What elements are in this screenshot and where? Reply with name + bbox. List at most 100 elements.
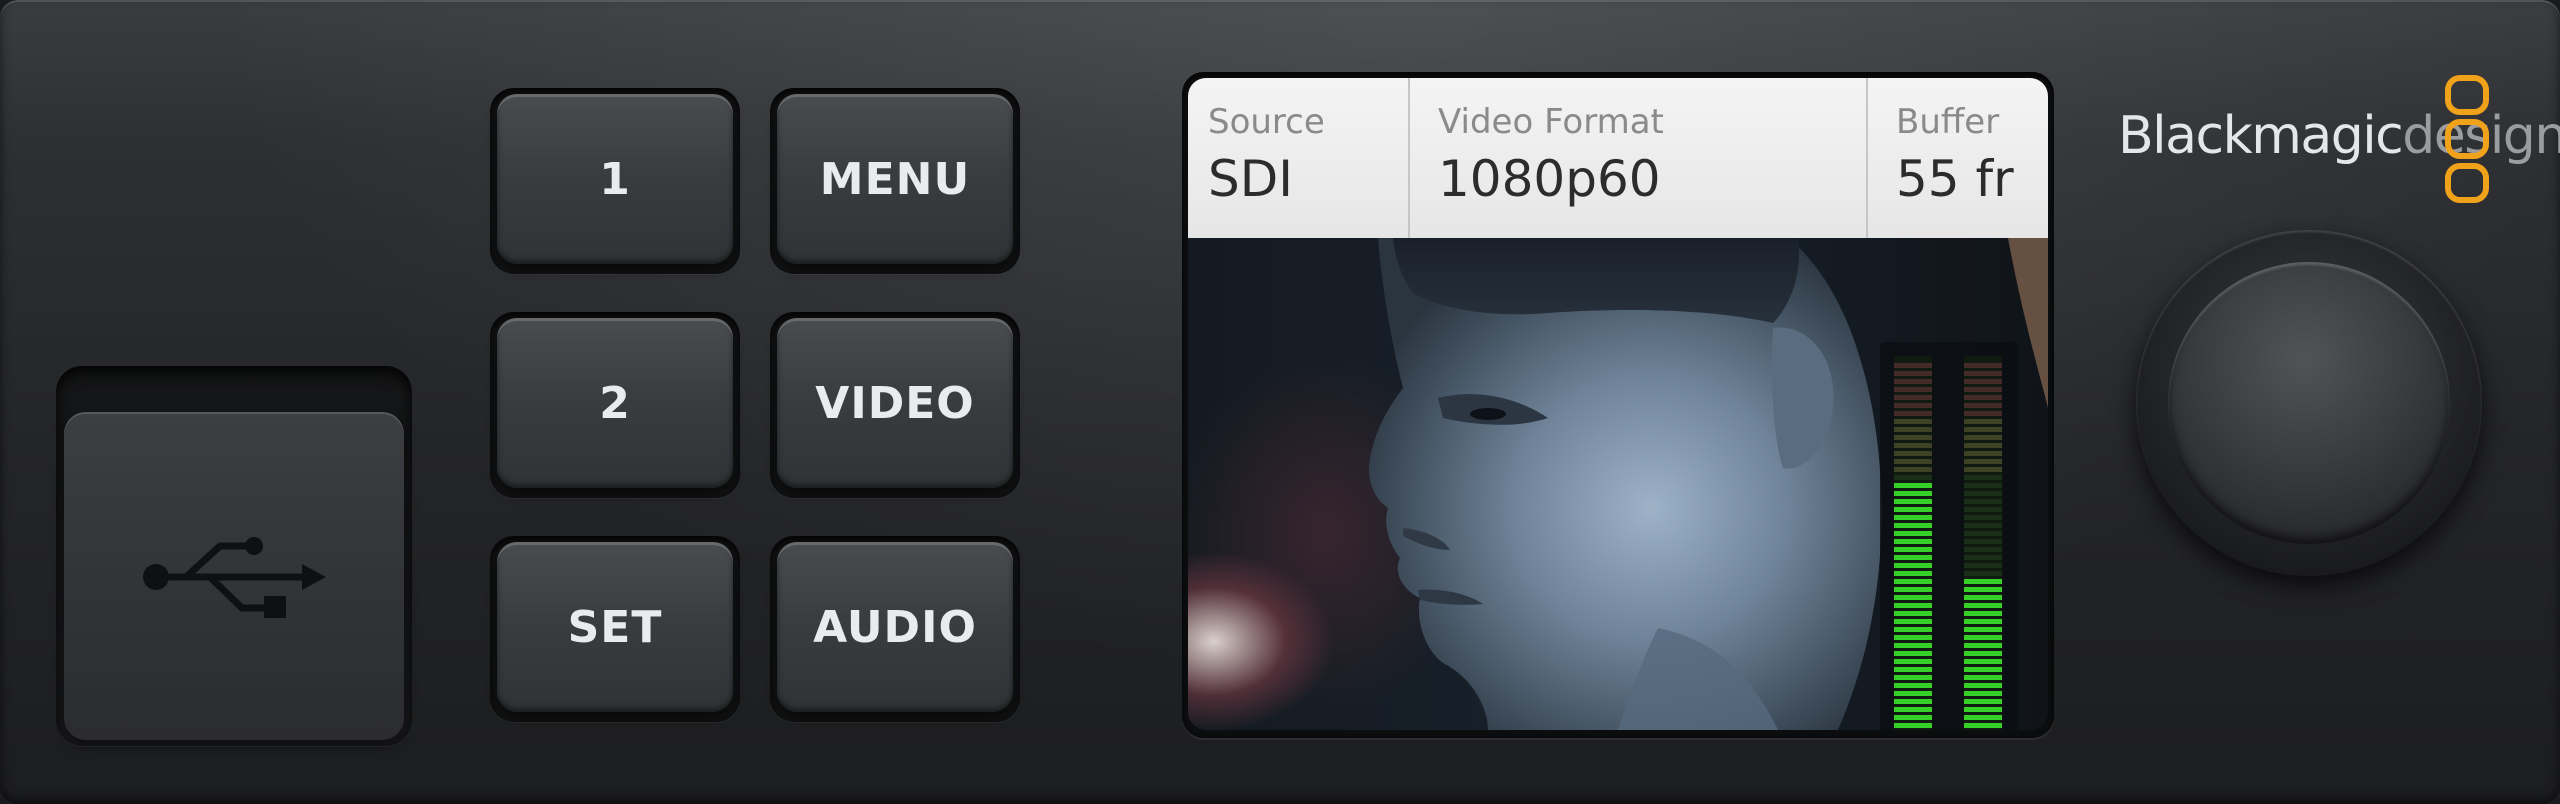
audio-meter-segment	[1964, 539, 2002, 544]
audio-meter-segment	[1894, 619, 1932, 624]
audio-meter-segment	[1964, 691, 2002, 696]
audio-meter-segment	[1894, 483, 1932, 488]
audio-meter-segment	[1964, 491, 2002, 496]
audio-meter-segment	[1964, 635, 2002, 640]
audio-meter-segment	[1964, 643, 2002, 648]
audio-meter-segment	[1894, 459, 1932, 464]
buffer-value: 55 fr	[1896, 150, 2014, 208]
buffer-label: Buffer	[1896, 102, 2000, 142]
menu-button[interactable]: MENU	[777, 94, 1013, 264]
audio-meter-segment	[1894, 667, 1932, 672]
audio-meter-segment	[1964, 483, 2002, 488]
audio-meter-segment	[1894, 603, 1932, 608]
audio-meter-segment	[1894, 547, 1932, 552]
audio-meter-segment	[1964, 571, 2002, 576]
audio-meter-segment	[1894, 683, 1932, 688]
audio-meters	[1880, 342, 2018, 730]
audio-meter-segment	[1964, 715, 2002, 720]
audio-meter-segment	[1964, 555, 2002, 560]
video-format-value: 1080p60	[1438, 150, 1661, 208]
audio-meter-left	[1894, 356, 1932, 730]
audio-meter-segment	[1964, 675, 2002, 680]
key-1-button[interactable]: 1	[497, 94, 733, 264]
audio-meter-segment	[1894, 467, 1932, 472]
audio-meter-segment	[1964, 563, 2002, 568]
audio-meter-segment	[1894, 531, 1932, 536]
audio-meter-segment	[1964, 419, 2002, 424]
audio-meter-segment	[1894, 427, 1932, 432]
video-button[interactable]: VIDEO	[777, 318, 1013, 488]
audio-meter-segment	[1894, 675, 1932, 680]
video-preview	[1188, 238, 2048, 730]
audio-meter-segment	[1894, 643, 1932, 648]
audio-meter-segment	[1964, 683, 2002, 688]
audio-meter-right	[1964, 356, 2002, 730]
audio-meter-segment	[1964, 651, 2002, 656]
buffer-status: Buffer 55 fr	[1868, 78, 2048, 238]
audio-meter-segment	[1894, 371, 1932, 376]
audio-meter-segment	[1894, 491, 1932, 496]
audio-meter-segment	[1894, 699, 1932, 704]
source-status: Source SDI	[1188, 78, 1410, 238]
device-front-panel: 1 MENU 2 VIDEO SET AUDIO Source SDI Vide…	[0, 0, 2560, 804]
jog-knob[interactable]	[2168, 262, 2450, 544]
audio-meter-segment	[1894, 707, 1932, 712]
audio-meter-segment	[1894, 363, 1932, 368]
audio-meter-segment	[1894, 691, 1932, 696]
audio-meter-segment	[1964, 707, 2002, 712]
audio-meter-segment	[1964, 379, 2002, 384]
audio-meter-segment	[1894, 387, 1932, 392]
audio-meter-segment	[1894, 507, 1932, 512]
audio-meter-segment	[1894, 499, 1932, 504]
brand-logo-text: Blackmagicdesign	[2118, 106, 2560, 166]
audio-button[interactable]: AUDIO	[777, 542, 1013, 712]
audio-meter-segment	[1894, 403, 1932, 408]
audio-meter-segment	[1964, 475, 2002, 480]
audio-meter-segment	[1894, 723, 1932, 728]
audio-meter-segment	[1894, 611, 1932, 616]
audio-meter-segment	[1894, 419, 1932, 424]
source-value: SDI	[1208, 150, 1293, 208]
audio-meter-segment	[1964, 395, 2002, 400]
audio-meter-segment	[1964, 659, 2002, 664]
audio-meter-segment	[1894, 627, 1932, 632]
audio-meter-segment	[1894, 651, 1932, 656]
lcd-status-bar: Source SDI Video Format 1080p60 Buffer 5…	[1188, 78, 2048, 238]
audio-meter-segment	[1894, 587, 1932, 592]
audio-meter-segment	[1964, 443, 2002, 448]
lcd-screen: Source SDI Video Format 1080p60 Buffer 5…	[1188, 78, 2048, 730]
audio-meter-segment	[1964, 435, 2002, 440]
audio-meter-segment	[1964, 459, 2002, 464]
audio-meter-segment	[1894, 571, 1932, 576]
audio-meter-segment	[1894, 523, 1932, 528]
audio-meter-segment	[1964, 627, 2002, 632]
audio-meter-segment	[1964, 603, 2002, 608]
audio-meter-segment	[1894, 563, 1932, 568]
audio-meter-segment	[1894, 715, 1932, 720]
audio-meter-segment	[1894, 443, 1932, 448]
audio-meter-segment	[1894, 555, 1932, 560]
audio-meter-segment	[1964, 371, 2002, 376]
video-format-label: Video Format	[1438, 102, 1664, 142]
audio-meter-segment	[1894, 595, 1932, 600]
usb-icon	[143, 537, 326, 618]
audio-meter-segment	[1964, 507, 2002, 512]
audio-meter-segment	[1894, 515, 1932, 520]
audio-meter-segment	[1964, 531, 2002, 536]
audio-meter-segment	[1964, 515, 2002, 520]
audio-meter-segment	[1894, 539, 1932, 544]
audio-meter-segment	[1964, 579, 2002, 584]
audio-meter-segment	[1894, 475, 1932, 480]
source-label: Source	[1208, 102, 1325, 142]
video-format-status: Video Format 1080p60	[1410, 78, 1866, 238]
set-button[interactable]: SET	[497, 542, 733, 712]
audio-meter-segment	[1964, 523, 2002, 528]
audio-meter-segment	[1964, 547, 2002, 552]
audio-meter-segment	[1964, 699, 2002, 704]
key-2-button[interactable]: 2	[497, 318, 733, 488]
audio-meter-segment	[1894, 579, 1932, 584]
audio-meter-segment	[1894, 395, 1932, 400]
audio-meter-segment	[1894, 635, 1932, 640]
audio-meter-segment	[1964, 387, 2002, 392]
audio-meter-segment	[1894, 451, 1932, 456]
